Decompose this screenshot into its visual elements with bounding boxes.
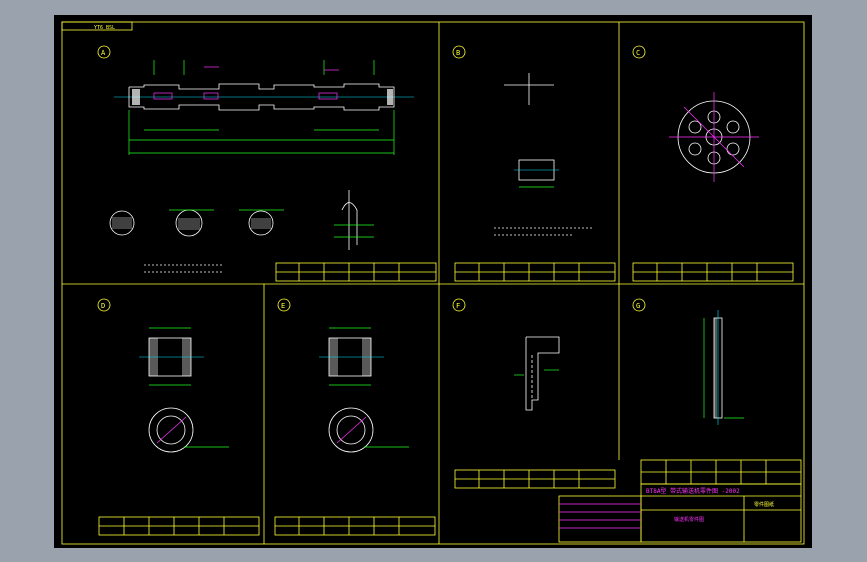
section-views <box>109 209 284 237</box>
svg-text:A: A <box>101 49 106 57</box>
notes-a <box>144 264 224 273</box>
part-g-drawing <box>703 310 744 425</box>
drawing-sheet: YT6 BSL A B C D E F G BT8A型 带式输送机零件图 -20… <box>61 21 805 545</box>
svg-text:E: E <box>281 302 285 310</box>
table-f <box>454 469 616 489</box>
title-block-drawing-no: 零件图纸 <box>754 501 774 508</box>
svg-text:F: F <box>456 302 460 310</box>
shaft-drawing <box>114 60 414 155</box>
detail-view <box>334 190 374 250</box>
sheet-border <box>61 21 805 545</box>
svg-text:D: D <box>101 302 105 310</box>
view-label-e: E <box>277 298 291 312</box>
table-c <box>632 262 794 282</box>
bushing-d-drawing <box>139 327 229 453</box>
view-label-a: A <box>97 45 111 59</box>
table-d <box>98 516 260 536</box>
svg-text:C: C <box>636 49 640 57</box>
drawing-canvas: YT6 BSL A B C D E F G BT8A型 带式输送机零件图 -20… <box>54 15 812 548</box>
title-block-part-name: 输送机零件图 <box>674 516 704 523</box>
title-block <box>558 459 802 543</box>
table-a <box>275 262 437 282</box>
table-b <box>454 262 616 282</box>
svg-text:G: G <box>636 302 640 310</box>
view-label-f: F <box>452 298 466 312</box>
flange-drawing <box>669 92 759 182</box>
part-f-drawing <box>514 336 560 411</box>
part-b-drawing <box>494 73 594 236</box>
title-block-main-title: BT8A型 带式输送机零件图 -2002 <box>646 487 740 495</box>
table-e <box>274 516 436 536</box>
view-label-d: D <box>97 298 111 312</box>
view-label-b: B <box>452 45 466 59</box>
bushing-e-drawing <box>319 327 409 453</box>
view-label-g: G <box>632 298 646 312</box>
view-label-c: C <box>632 45 646 59</box>
svg-text:B: B <box>456 49 460 57</box>
corner-tag: YT6 BSL <box>94 25 115 31</box>
